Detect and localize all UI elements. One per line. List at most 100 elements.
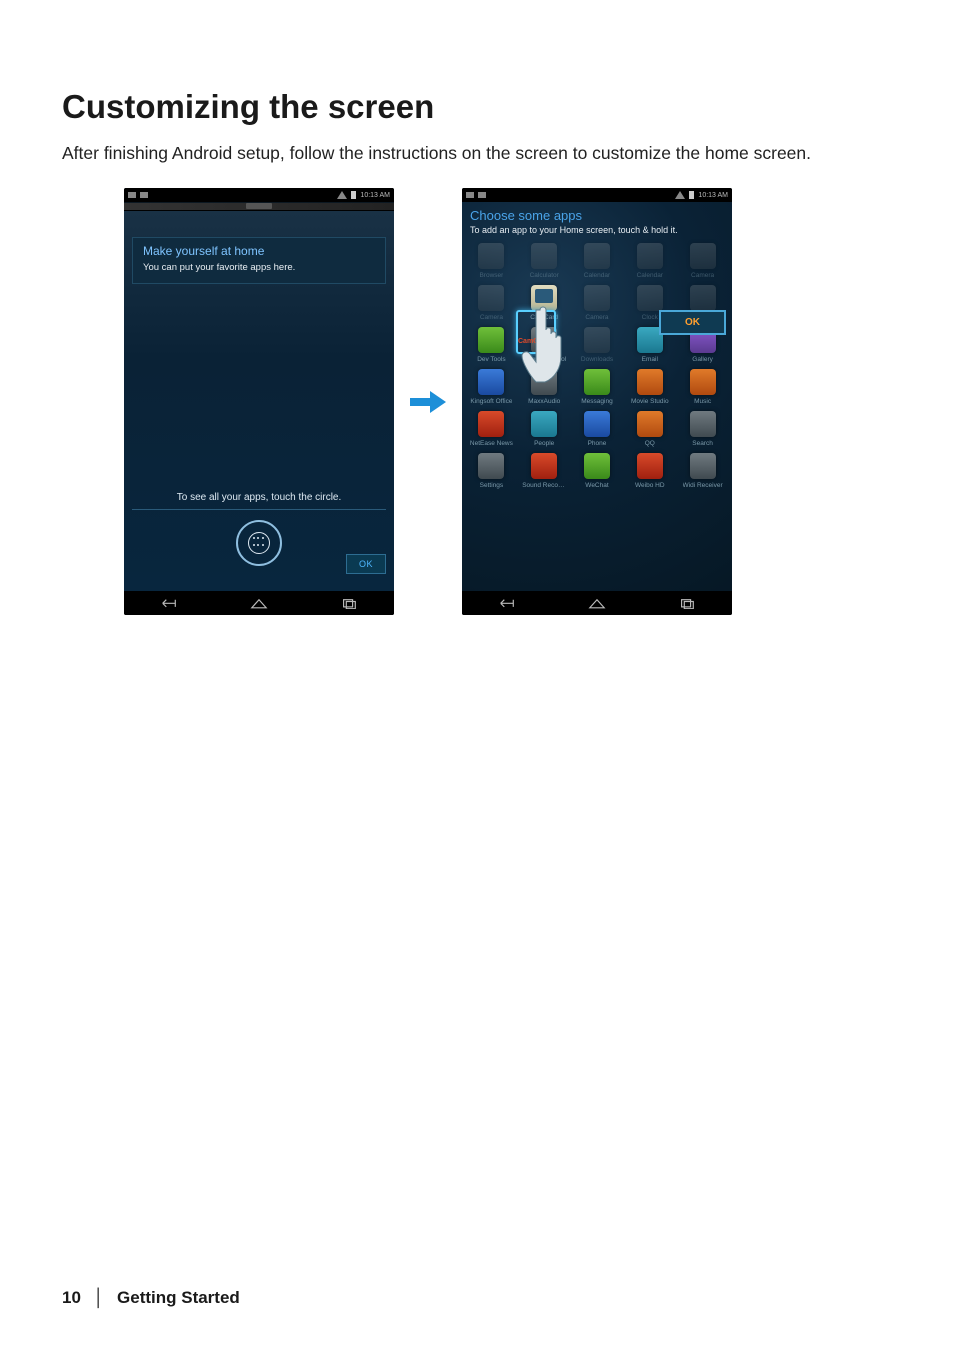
app-label: Settings (480, 482, 504, 489)
app-item[interactable]: Widi Receiver (679, 453, 726, 489)
status-icon (128, 192, 136, 198)
app-item[interactable]: WeChat (574, 453, 621, 489)
app-label: NetEase News (470, 440, 513, 447)
app-item[interactable]: Camera (468, 285, 515, 321)
app-icon (531, 411, 557, 437)
app-label: Calendar (637, 272, 663, 279)
app-item[interactable]: Search (679, 411, 726, 447)
app-item[interactable]: Settings (468, 453, 515, 489)
status-bar: 10:13 AM (462, 188, 732, 202)
app-label: Downloads (581, 356, 613, 363)
app-icon (584, 453, 610, 479)
app-item[interactable]: People (521, 411, 568, 447)
app-icon (478, 327, 504, 353)
app-label: Calculator (530, 272, 559, 279)
home-icon[interactable] (250, 596, 268, 610)
app-item[interactable]: Browser (468, 243, 515, 279)
app-icon (690, 369, 716, 395)
back-icon[interactable] (498, 596, 516, 610)
app-item[interactable]: Calendar (574, 243, 621, 279)
app-icon (637, 285, 663, 311)
welcome-panel: Make yourself at home You can put your f… (132, 237, 386, 284)
app-label: Weibo HD (635, 482, 665, 489)
app-label: Search (692, 440, 713, 447)
home-icon[interactable] (588, 596, 606, 610)
intro-text: After finishing Android setup, follow th… (62, 140, 892, 166)
app-icon (637, 453, 663, 479)
app-item[interactable]: Movie Studio (626, 369, 673, 405)
app-label: People (534, 440, 554, 447)
page-footer: 10 │ Getting Started (62, 1288, 240, 1308)
nav-bar (462, 591, 732, 615)
app-label: Gallery (692, 356, 713, 363)
choose-apps-title: Choose some apps (462, 202, 732, 225)
apps-icon (248, 532, 270, 554)
phone1-body: Make yourself at home You can put your f… (124, 203, 394, 592)
app-item[interactable]: Calculator (521, 243, 568, 279)
wifi-icon (337, 191, 347, 199)
app-icon (637, 411, 663, 437)
app-item[interactable]: Phone (574, 411, 621, 447)
app-label: QQ (645, 440, 655, 447)
app-item[interactable]: Kingsoft Office (468, 369, 515, 405)
app-label: Calendar (584, 272, 610, 279)
status-icon (140, 192, 148, 198)
app-icon (637, 369, 663, 395)
recent-icon[interactable] (340, 596, 358, 610)
ok-button[interactable]: OK (659, 310, 726, 335)
nav-bar (124, 591, 394, 615)
phone2-body: Choose some apps To add an app to your H… (462, 202, 732, 591)
app-label: Kingsoft Office (470, 398, 512, 405)
app-icon (478, 453, 504, 479)
app-label: Movie Studio (631, 398, 669, 405)
tip-text: To see all your apps, touch the circle. (132, 492, 386, 510)
battery-icon (689, 191, 694, 199)
phone-screenshot-1: 10:13 AM Make yourself at home You can p… (124, 188, 394, 615)
app-item[interactable]: Camera (679, 243, 726, 279)
app-icon (690, 285, 716, 311)
app-label: Camera (585, 314, 608, 321)
status-icon (478, 192, 486, 198)
app-label: Music (694, 398, 711, 405)
hand-gesture-icon (514, 296, 582, 386)
app-item[interactable]: NetEase News (468, 411, 515, 447)
status-time: 10:13 AM (360, 192, 390, 199)
page-indicator (124, 203, 394, 211)
panel-title: Make yourself at home (143, 244, 375, 258)
app-label: MaxxAudio (528, 398, 560, 405)
all-apps-circle[interactable] (236, 520, 282, 566)
app-item[interactable]: Weibo HD (626, 453, 673, 489)
app-icon (478, 285, 504, 311)
app-icon (690, 453, 716, 479)
battery-icon (351, 191, 356, 199)
app-icon (637, 243, 663, 269)
phone-screenshot-2: 10:13 AM Choose some apps To add an app … (462, 188, 732, 615)
app-label: Dev Tools (477, 356, 505, 363)
app-item[interactable]: Sound Recorder (521, 453, 568, 489)
app-icon (478, 411, 504, 437)
app-icon (584, 243, 610, 269)
status-icon (466, 192, 474, 198)
recent-icon[interactable] (678, 596, 696, 610)
back-icon[interactable] (160, 596, 178, 610)
app-label: Sound Recorder (522, 482, 566, 489)
app-icon (531, 453, 557, 479)
app-label: Clock (642, 314, 658, 321)
wifi-icon (675, 191, 685, 199)
app-item[interactable]: Music (679, 369, 726, 405)
section-title: Getting Started (117, 1288, 240, 1307)
app-item[interactable]: QQ (626, 411, 673, 447)
app-item[interactable]: Calendar (626, 243, 673, 279)
app-item[interactable]: Dev Tools (468, 327, 515, 363)
app-label: Messaging (581, 398, 612, 405)
app-icon (478, 243, 504, 269)
app-icon (584, 285, 610, 311)
ok-button[interactable]: OK (346, 554, 386, 574)
app-label: WeChat (585, 482, 608, 489)
footer-separator: │ (94, 1288, 105, 1307)
app-icon (531, 243, 557, 269)
app-label: Camera (480, 314, 503, 321)
app-icon (690, 243, 716, 269)
app-icon (690, 411, 716, 437)
app-label: Camera (691, 272, 714, 279)
